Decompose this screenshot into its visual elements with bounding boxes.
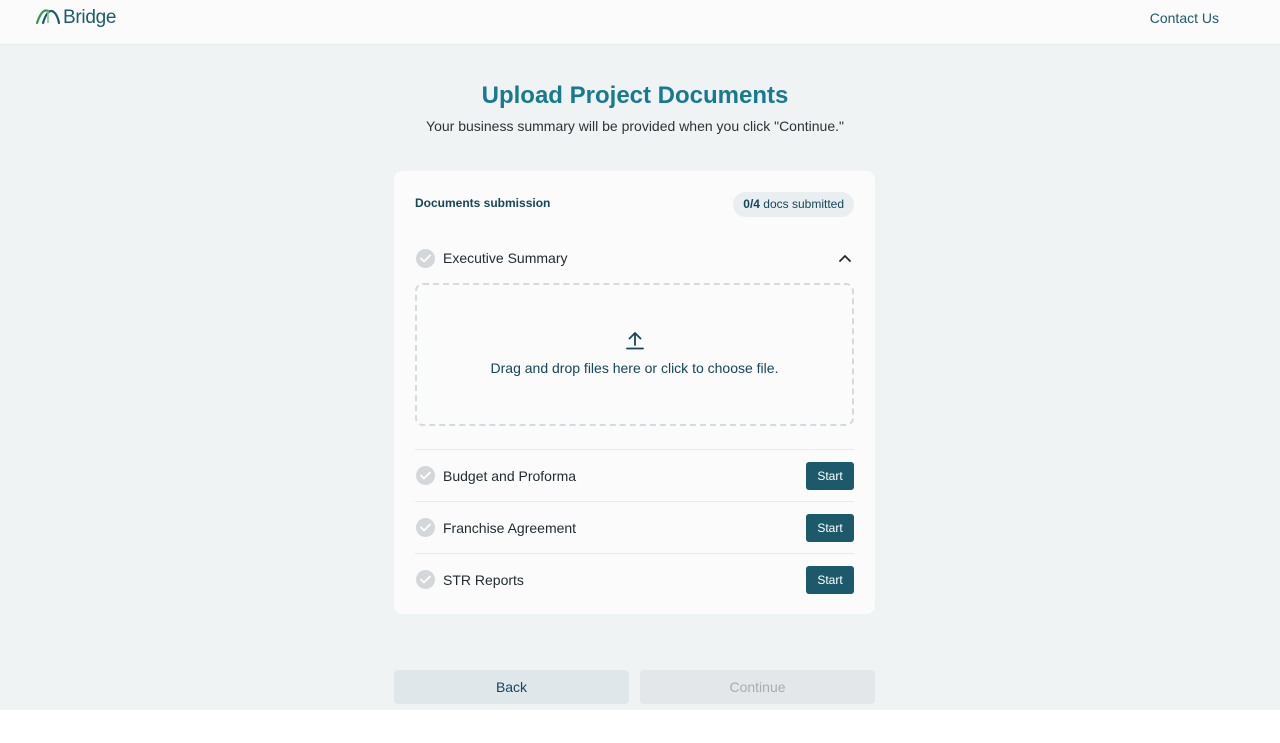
dropzone-text: Drag and drop files here or click to cho… — [490, 360, 779, 376]
doc-row-budget-and-proforma: Budget and Proforma Start — [415, 449, 854, 501]
doc-label: Budget and Proforma — [443, 467, 577, 484]
start-budget-button[interactable]: Start — [806, 461, 854, 490]
bridge-arch-icon — [35, 7, 61, 30]
check-circle-icon — [416, 570, 435, 589]
upload-icon — [626, 330, 644, 350]
back-button[interactable]: Back — [394, 670, 629, 704]
page-title: Upload Project Documents — [481, 82, 789, 109]
logo[interactable]: Bridge — [35, 6, 116, 30]
start-franchise-button[interactable]: Start — [806, 513, 854, 542]
file-dropzone[interactable]: Drag and drop files here or click to cho… — [415, 283, 854, 426]
card-title: Documents submission — [415, 196, 551, 210]
badge-count: 0/4 — [743, 197, 760, 211]
continue-button[interactable]: Continue — [640, 670, 875, 704]
doc-label: STR Reports — [443, 571, 524, 588]
check-circle-icon — [416, 466, 435, 485]
badge-suffix: docs submitted — [759, 197, 844, 211]
doc-label: Executive Summary — [443, 250, 568, 266]
check-circle-icon — [416, 518, 435, 537]
doc-row-executive-summary[interactable]: Executive Summary — [415, 232, 854, 284]
check-circle-icon — [416, 248, 435, 268]
contact-us-link[interactable]: Contact Us — [1150, 10, 1219, 26]
top-bar: Bridge Contact Us — [0, 0, 1280, 45]
doc-row-franchise-agreement: Franchise Agreement Start — [415, 501, 854, 553]
submitted-count-badge: 0/4 docs submitted — [733, 192, 854, 217]
start-str-button[interactable]: Start — [806, 565, 854, 594]
doc-row-str-reports: STR Reports Start — [415, 553, 854, 605]
doc-label: Franchise Agreement — [443, 519, 577, 536]
logo-text: Bridge — [63, 7, 117, 28]
page: Bridge Contact Us Upload Project Documen… — [0, 0, 1280, 710]
documents-card: Documents submission 0/4 docs submitted … — [394, 171, 875, 614]
chevron-up-icon[interactable] — [836, 249, 854, 267]
page-subtitle: Your business summary will be provided w… — [426, 118, 844, 134]
